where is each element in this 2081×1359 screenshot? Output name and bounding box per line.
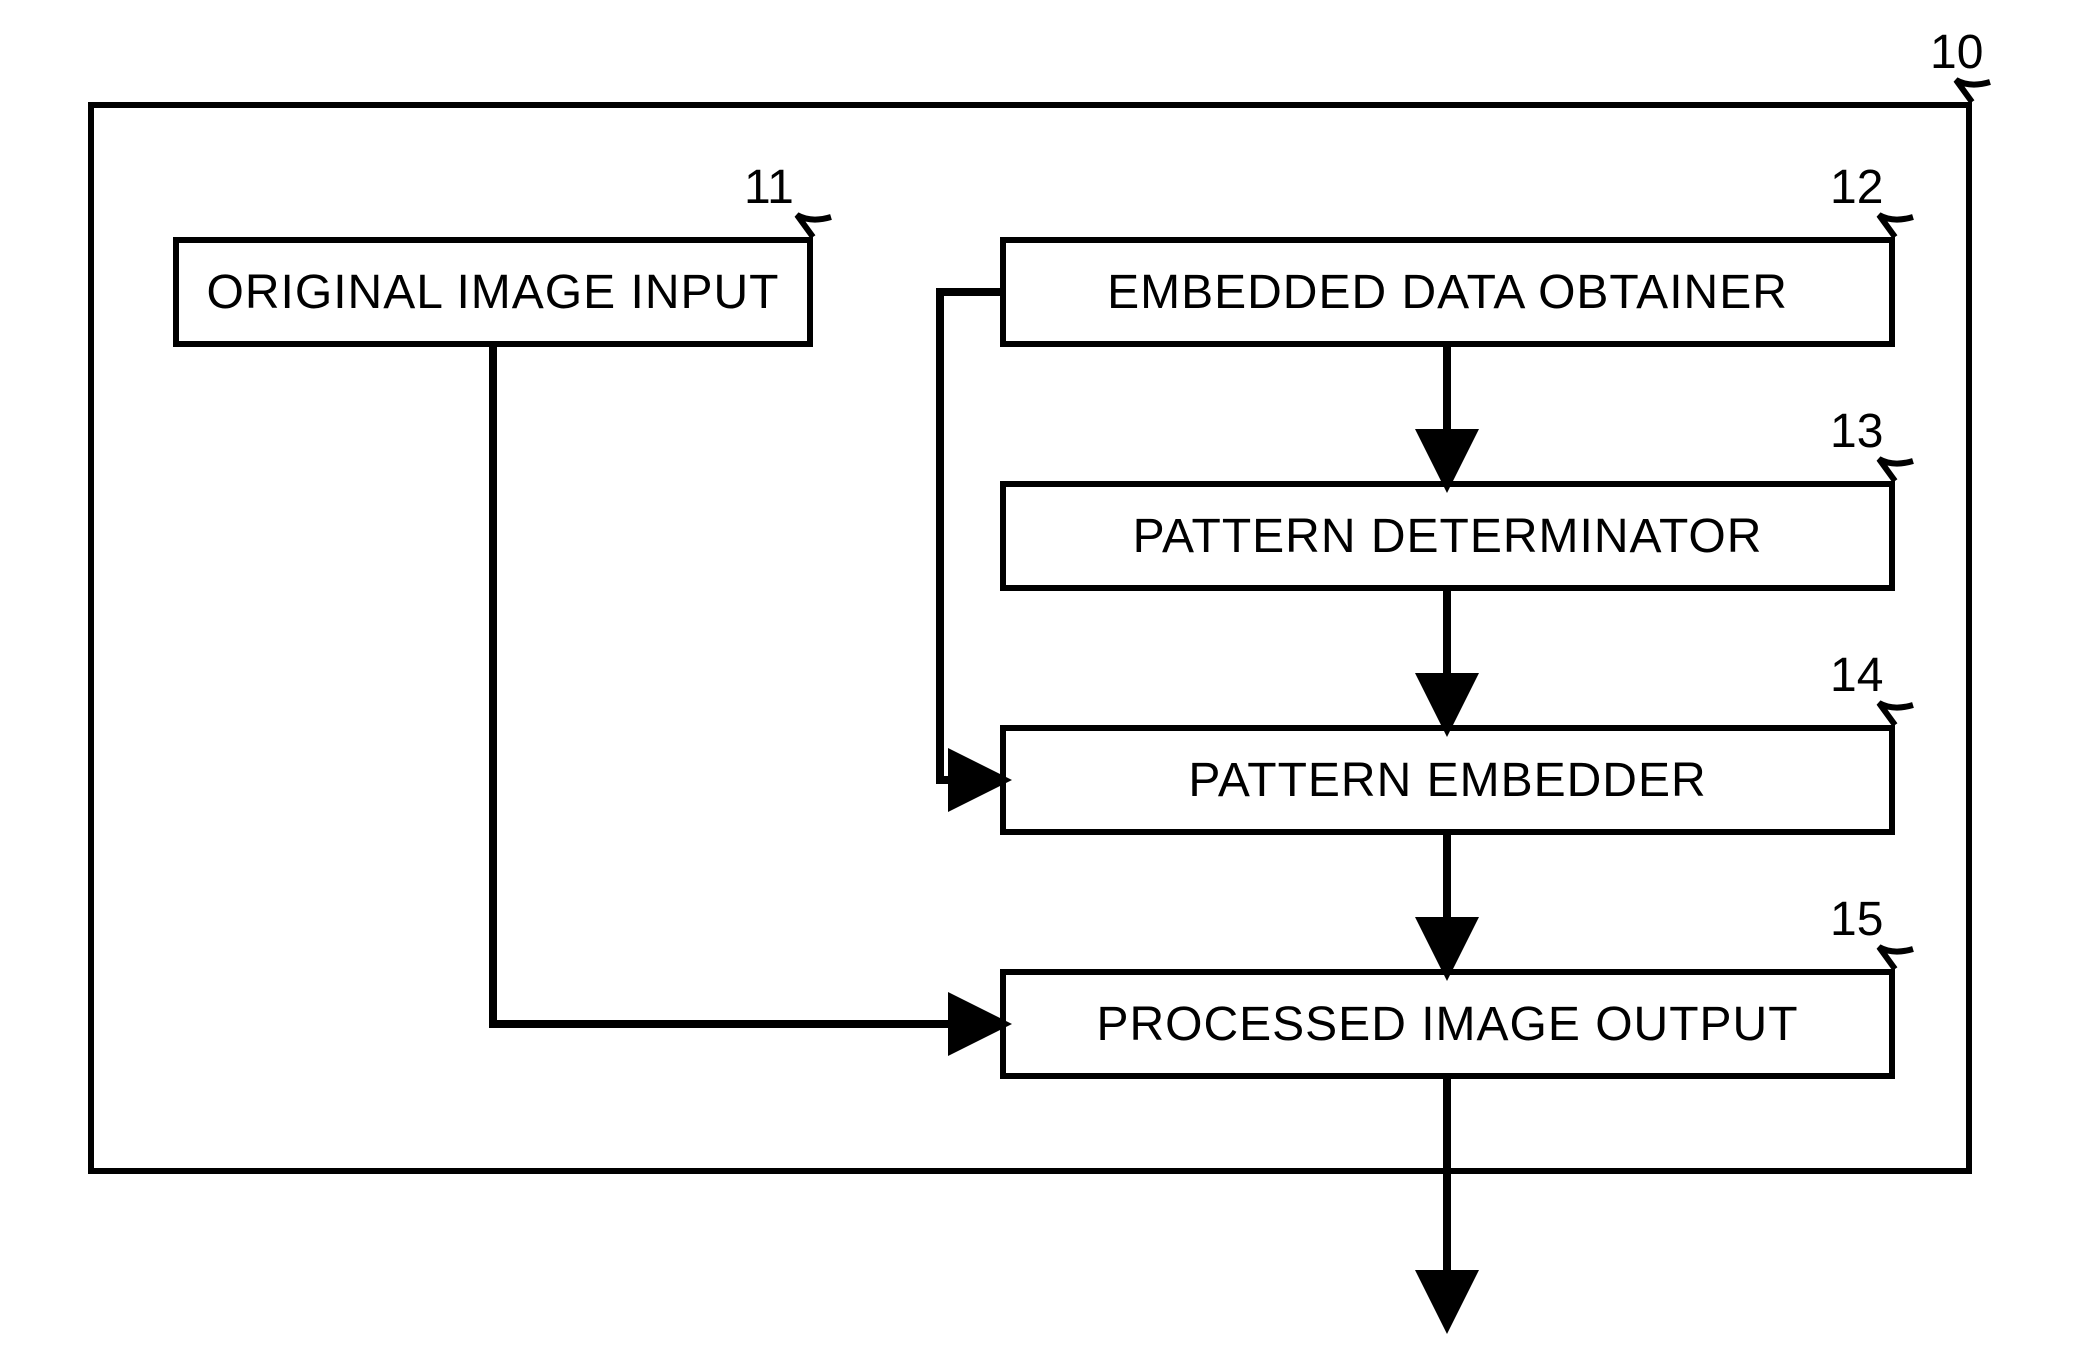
block-original-image-input: ORIGINAL IMAGE INPUT [173, 237, 813, 347]
block-processed-image-output: PROCESSED IMAGE OUTPUT [1000, 969, 1895, 1079]
block-pattern-embedder: PATTERN EMBEDDER [1000, 725, 1895, 835]
block-label: PATTERN DETERMINATOR [1133, 509, 1763, 564]
container-ref-label: 10 [1930, 25, 1983, 80]
block-label: PATTERN EMBEDDER [1188, 753, 1706, 808]
ref-label-11: 11 [744, 160, 794, 215]
block-label: ORIGINAL IMAGE INPUT [207, 265, 780, 320]
block-embedded-data-obtainer: EMBEDDED DATA OBTAINER [1000, 237, 1895, 347]
ref-label-13: 13 [1830, 404, 1883, 459]
diagram-canvas: 10 ORIGINAL IMAGE INPUT 11 EMBEDDED DATA… [0, 0, 2081, 1359]
ref-label-15: 15 [1830, 892, 1883, 947]
block-pattern-determinator: PATTERN DETERMINATOR [1000, 481, 1895, 591]
block-label: EMBEDDED DATA OBTAINER [1107, 265, 1788, 320]
ref-label-12: 12 [1830, 160, 1883, 215]
ref-label-14: 14 [1830, 648, 1883, 703]
block-label: PROCESSED IMAGE OUTPUT [1096, 997, 1798, 1052]
